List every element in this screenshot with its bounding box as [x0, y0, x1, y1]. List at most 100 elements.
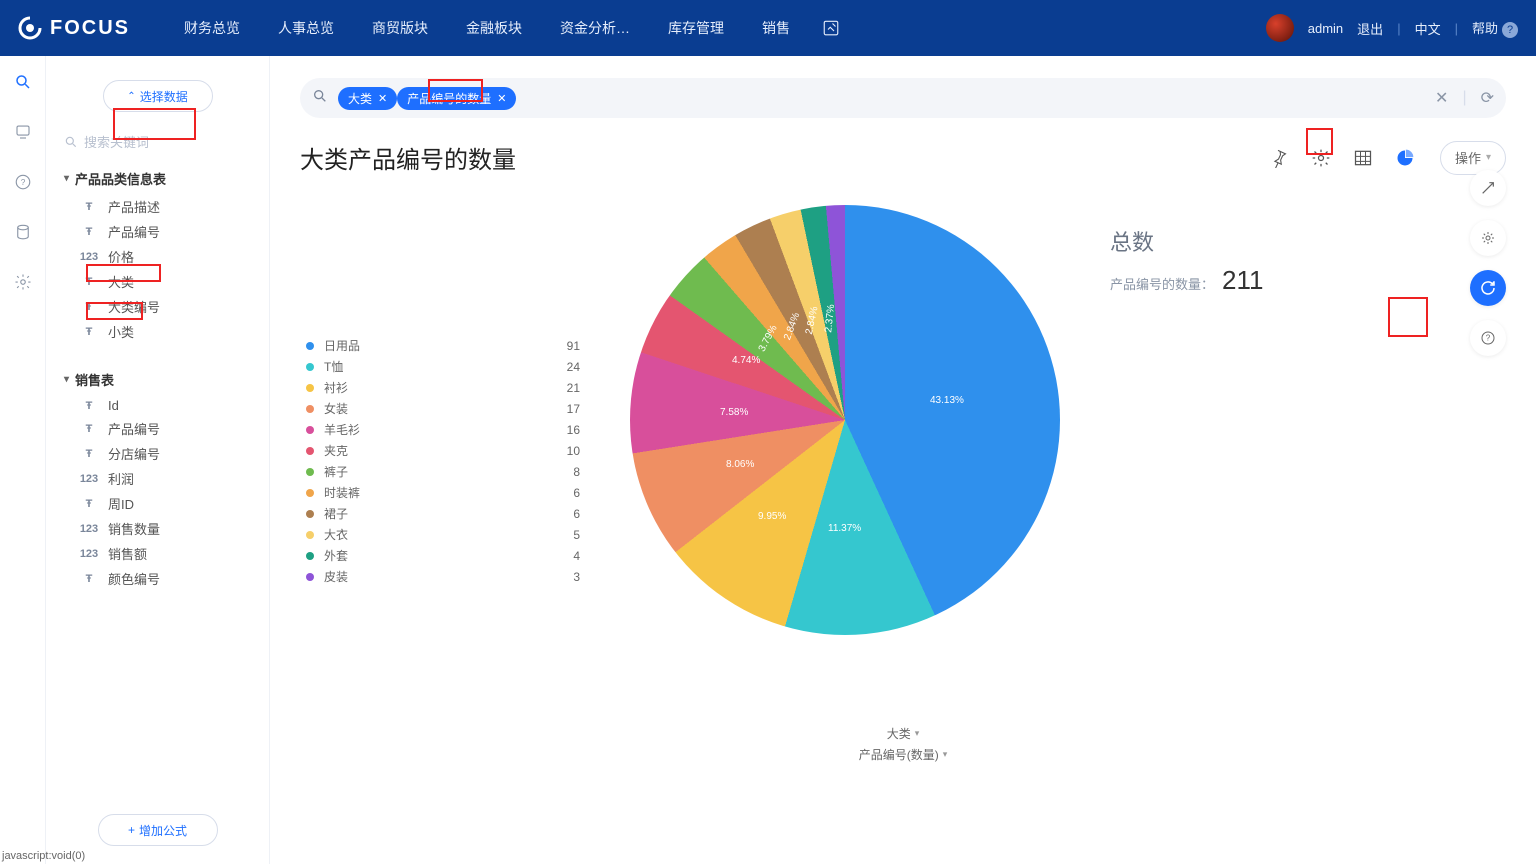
- search-input[interactable]: 搜索关键词: [64, 132, 251, 151]
- type-icon: Ŧ: [78, 400, 100, 412]
- legend-item[interactable]: 衬衫21: [300, 377, 590, 398]
- field-item[interactable]: ŦId: [64, 395, 261, 416]
- axis-measure[interactable]: 产品编号(数量) ▾: [859, 746, 948, 763]
- pct-label: 8.06%: [726, 459, 754, 470]
- pie-view-icon[interactable]: [1388, 141, 1422, 175]
- field-item[interactable]: Ŧ周ID: [64, 491, 261, 516]
- table-header[interactable]: 销售表: [64, 370, 261, 389]
- legend-item[interactable]: 大衣5: [300, 524, 590, 545]
- query-bar[interactable]: 大类✕产品编号的数量✕ ✕ | ⟳: [300, 78, 1506, 118]
- topright: admin 退出 | 中文 | 帮助?: [1266, 14, 1518, 42]
- edit-icon[interactable]: [808, 19, 854, 37]
- axis-dim[interactable]: 大类 ▾: [887, 725, 920, 742]
- field-item[interactable]: Ŧ大类: [64, 269, 261, 294]
- query-chip[interactable]: 产品编号的数量✕: [397, 87, 516, 110]
- field-item[interactable]: Ŧ分店编号: [64, 441, 261, 466]
- rail-help-icon[interactable]: ?: [11, 170, 35, 194]
- field-item[interactable]: 123销售数量: [64, 516, 261, 541]
- pie-chart[interactable]: [630, 205, 1060, 635]
- field-item[interactable]: Ŧ产品编号: [64, 219, 261, 244]
- svg-text:?: ?: [1486, 334, 1491, 343]
- field-item[interactable]: Ŧ颜色编号: [64, 566, 261, 591]
- rail-db-icon[interactable]: [11, 220, 35, 244]
- chevron-down-icon: ▾: [1486, 152, 1491, 163]
- refresh-query-icon[interactable]: ⟳: [1481, 88, 1494, 108]
- avatar[interactable]: [1266, 14, 1294, 42]
- total-value: 211: [1222, 265, 1263, 296]
- hint-icon[interactable]: ?: [1470, 320, 1506, 356]
- nav-item[interactable]: 金融板块: [448, 0, 540, 56]
- nav-item[interactable]: 商贸版块: [354, 0, 446, 56]
- type-icon: 123: [78, 473, 100, 485]
- gear-icon[interactable]: [1304, 141, 1338, 175]
- nav-item[interactable]: 销售: [744, 0, 808, 56]
- select-data-button[interactable]: ⌃ 选择数据: [103, 80, 213, 112]
- field-item[interactable]: Ŧ产品描述: [64, 194, 261, 219]
- legend-swatch: [306, 489, 314, 497]
- clear-icon[interactable]: ✕: [1435, 88, 1448, 108]
- legend-item[interactable]: 裤子8: [300, 461, 590, 482]
- legend-swatch: [306, 405, 314, 413]
- expand-icon[interactable]: [1470, 170, 1506, 206]
- field-tree: 产品品类信息表Ŧ产品描述Ŧ产品编号123价格Ŧ大类Ŧ大类编号Ŧ小类销售表ŦIdŦ…: [46, 169, 269, 591]
- type-icon: 123: [78, 523, 100, 535]
- type-icon: Ŧ: [78, 448, 100, 460]
- total-label: 总数: [1110, 225, 1263, 257]
- legend-item[interactable]: 时装裤6: [300, 482, 590, 503]
- table-view-icon[interactable]: [1346, 141, 1380, 175]
- type-icon: Ŧ: [78, 226, 100, 238]
- field-item[interactable]: Ŧ产品编号: [64, 416, 261, 441]
- legend-item[interactable]: 女装17: [300, 398, 590, 419]
- refresh-button[interactable]: [1470, 270, 1506, 306]
- right-toolbar: ?: [1470, 170, 1506, 356]
- legend-item[interactable]: 日用品91: [300, 335, 590, 356]
- legend-item[interactable]: 皮装3: [300, 566, 590, 587]
- add-formula-button[interactable]: + 增加公式: [98, 814, 218, 846]
- help-link[interactable]: 帮助?: [1472, 18, 1518, 38]
- nav-item[interactable]: 库存管理: [650, 0, 742, 56]
- table-header[interactable]: 产品品类信息表: [64, 169, 261, 188]
- logout-link[interactable]: 退出: [1357, 19, 1383, 38]
- field-item[interactable]: Ŧ小类: [64, 319, 261, 344]
- nav-item[interactable]: 财务总览: [166, 0, 258, 56]
- chevron-down-icon: ▾: [915, 728, 920, 739]
- legend-swatch: [306, 573, 314, 581]
- pct-label: 7.58%: [720, 407, 748, 418]
- field-item[interactable]: 123销售额: [64, 541, 261, 566]
- legend-item[interactable]: 夹克10: [300, 440, 590, 461]
- username[interactable]: admin: [1308, 21, 1343, 36]
- legend-swatch: [306, 510, 314, 518]
- rail-settings-icon[interactable]: [11, 270, 35, 294]
- legend-swatch: [306, 363, 314, 371]
- chevron-up-icon: ⌃: [127, 91, 135, 102]
- type-icon: Ŧ: [78, 201, 100, 213]
- legend: 日用品91T恤24衬衫21女装17羊毛衫16夹克10裤子8时装裤6裙子6大衣5外…: [300, 335, 590, 587]
- close-icon[interactable]: ✕: [378, 92, 387, 105]
- nav-items: 财务总览人事总览商贸版块金融板块资金分析…库存管理销售: [166, 0, 808, 56]
- legend-item[interactable]: 羊毛衫16: [300, 419, 590, 440]
- legend-item[interactable]: 裙子6: [300, 503, 590, 524]
- close-icon[interactable]: ✕: [497, 92, 506, 105]
- nav-item[interactable]: 人事总览: [260, 0, 352, 56]
- legend-swatch: [306, 447, 314, 455]
- rail-search-icon[interactable]: [11, 70, 35, 94]
- legend-swatch: [306, 384, 314, 392]
- field-item[interactable]: Ŧ大类编号: [64, 294, 261, 319]
- data-panel: ⌃ 选择数据 搜索关键词 产品品类信息表Ŧ产品描述Ŧ产品编号123价格Ŧ大类Ŧ大…: [46, 56, 270, 864]
- top-navbar: FOCUS 财务总览人事总览商贸版块金融板块资金分析…库存管理销售 admin …: [0, 0, 1536, 56]
- field-item[interactable]: 123价格: [64, 244, 261, 269]
- pct-label: 43.13%: [930, 395, 964, 406]
- legend-item[interactable]: 外套4: [300, 545, 590, 566]
- legend-item[interactable]: T恤24: [300, 356, 590, 377]
- rail-pin-icon[interactable]: [11, 120, 35, 144]
- brand-logo[interactable]: FOCUS: [18, 16, 130, 40]
- pin-icon[interactable]: [1262, 141, 1296, 175]
- axis-labels: 大类 ▾ 产品编号(数量) ▾: [300, 723, 1506, 765]
- nav-item[interactable]: 资金分析…: [542, 0, 648, 56]
- type-icon: Ŧ: [78, 573, 100, 585]
- chart-area: 43.13% 11.37% 9.95% 8.06% 7.58% 4.74% 3.…: [300, 185, 1506, 785]
- query-chip[interactable]: 大类✕: [338, 87, 397, 110]
- lang-link[interactable]: 中文: [1415, 19, 1441, 38]
- chart-settings-icon[interactable]: [1470, 220, 1506, 256]
- field-item[interactable]: 123利润: [64, 466, 261, 491]
